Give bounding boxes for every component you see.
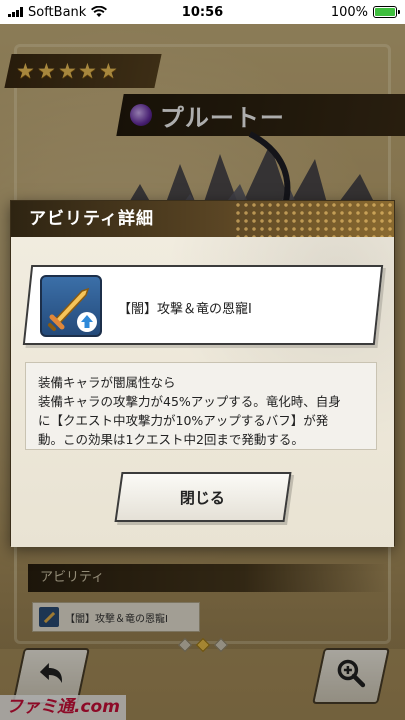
signal-icon bbox=[8, 7, 23, 17]
ability-description: 装備キャラが闇属性なら 装備キャラの攻撃力が45%アップする。竜化時、自身 に【… bbox=[25, 362, 377, 450]
description-line: に【クエスト中攻撃力が10%アップするバフ】が発 bbox=[38, 413, 329, 428]
ability-name: 【闇】攻撃＆竜の恩寵Ⅰ bbox=[118, 302, 252, 317]
header-pattern bbox=[234, 201, 394, 237]
sword-attack-up-icon bbox=[40, 275, 102, 337]
status-bar: SoftBank 10:56 100% bbox=[0, 0, 405, 24]
dialog-header: アビリティ詳細 bbox=[11, 201, 394, 237]
dialog-title: アビリティ詳細 bbox=[29, 209, 154, 229]
battery-level bbox=[375, 8, 395, 16]
close-button[interactable]: 閉じる bbox=[114, 472, 292, 522]
description-line: 装備キャラの攻撃力が45%アップする。竜化時、自身 bbox=[38, 394, 341, 409]
status-left: SoftBank bbox=[8, 5, 158, 20]
clock: 10:56 bbox=[181, 4, 224, 20]
battery-icon bbox=[373, 6, 400, 18]
status-right: 100% bbox=[247, 4, 400, 20]
battery-percent: 100% bbox=[330, 4, 368, 20]
description-line: 装備キャラが闇属性なら bbox=[38, 375, 176, 390]
wifi-icon bbox=[91, 6, 108, 17]
description-line: 動。この効果は1クエスト中2回まで発動する。 bbox=[38, 432, 304, 447]
close-button-label: 閉じる bbox=[180, 488, 226, 507]
carrier-label: SoftBank bbox=[28, 4, 87, 20]
